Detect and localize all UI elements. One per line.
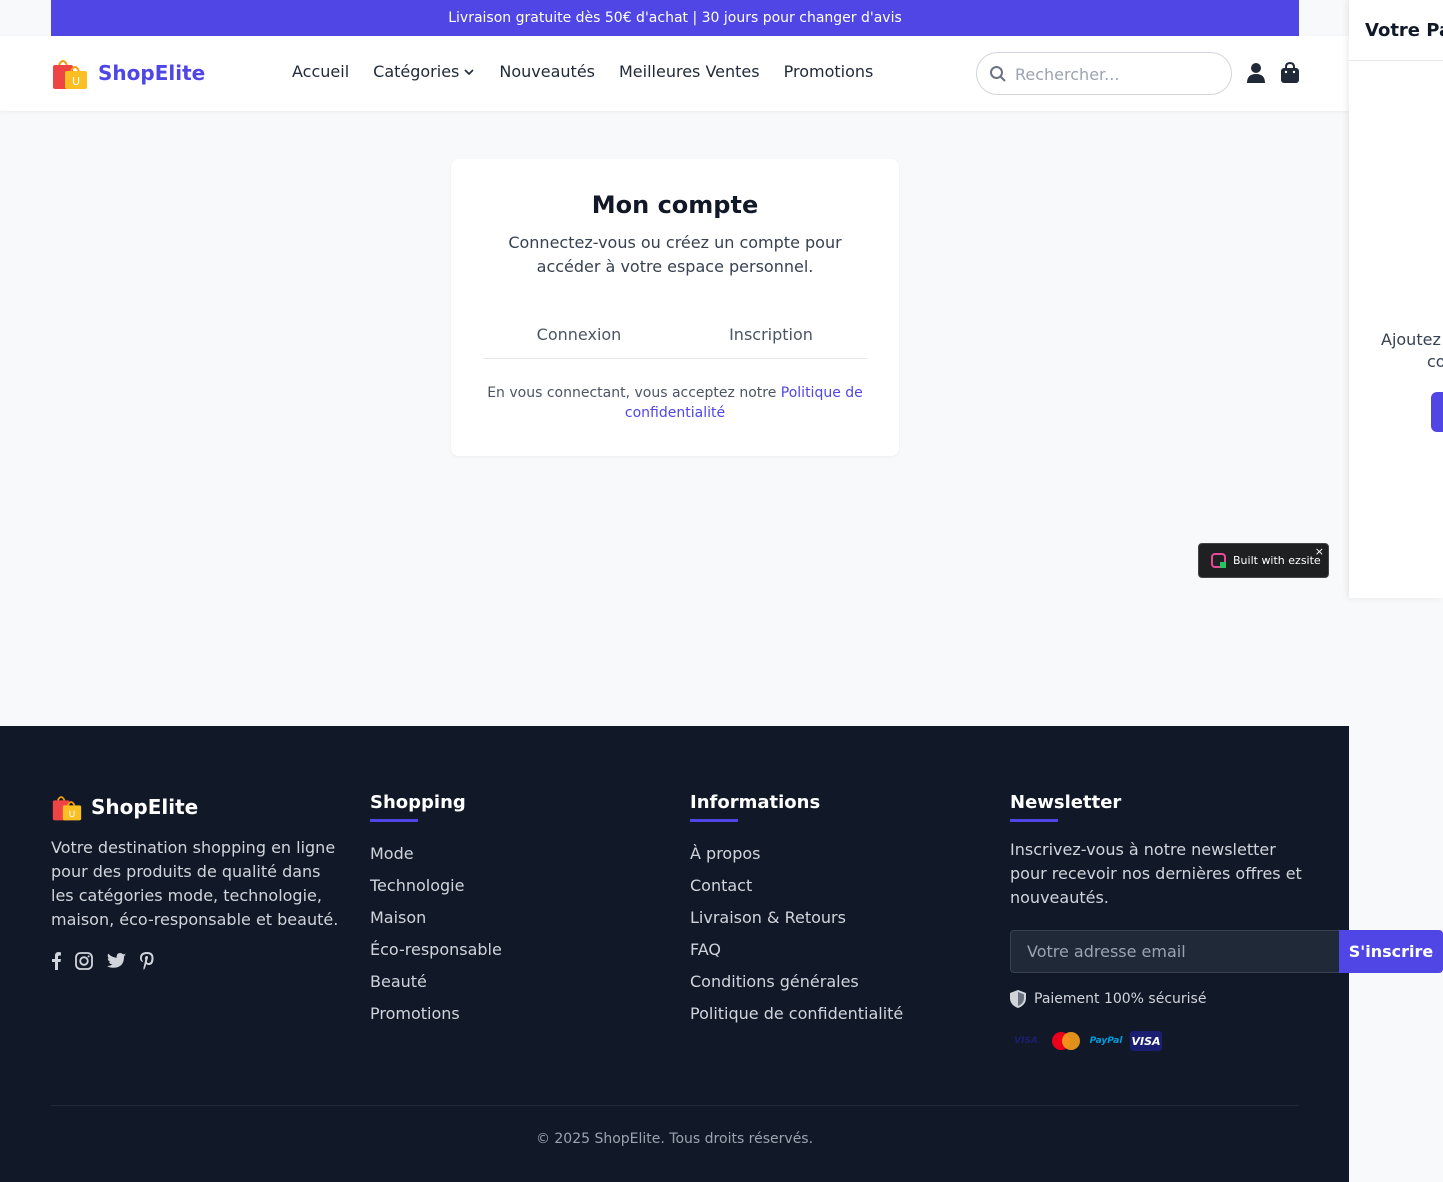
promo-text: Livraison gratuite dès 50€ d'achat | 30 … bbox=[448, 10, 902, 26]
promo-banner: Livraison gratuite dès 50€ d'achat | 30 … bbox=[51, 0, 1299, 36]
footer-description: Votre destination shopping en ligne pour… bbox=[51, 838, 339, 929]
visa-card-icon: VISA bbox=[1130, 1031, 1162, 1051]
footer-divider bbox=[51, 1105, 1299, 1106]
user-icon[interactable] bbox=[1246, 62, 1266, 84]
newsletter-placeholder: Votre adresse email bbox=[1027, 942, 1186, 961]
search-input[interactable] bbox=[1015, 62, 1215, 86]
footer-logo[interactable]: U ShopElite bbox=[51, 792, 341, 822]
site-header: U ShopElite Accueil Catégories Nouveauté… bbox=[0, 36, 1349, 111]
page: Livraison gratuite dès 50€ d'achat | 30 … bbox=[0, 0, 1349, 1182]
footer-link-faq[interactable]: FAQ bbox=[690, 934, 903, 966]
footer-informations: Informations À propos Contact Livraison … bbox=[690, 792, 903, 1030]
footer-link-mode[interactable]: Mode bbox=[370, 838, 502, 870]
shopping-bag-icon: U bbox=[52, 796, 82, 821]
svg-text:U: U bbox=[72, 75, 80, 88]
copyright: © 2025 ShopElite. Tous droits réservés. bbox=[535, 1131, 814, 1147]
newsletter-email-input[interactable]: Votre adresse email bbox=[1010, 930, 1340, 973]
social-links bbox=[51, 952, 341, 970]
nav-item-nouveautes[interactable]: Nouveautés bbox=[499, 62, 595, 81]
cart-icon[interactable] bbox=[1280, 62, 1300, 84]
footer-link-maison[interactable]: Maison bbox=[370, 902, 502, 934]
drawer-divider bbox=[1349, 60, 1443, 61]
footer-link-contact[interactable]: Contact bbox=[690, 870, 903, 902]
footer-link-beaute[interactable]: Beauté bbox=[370, 966, 502, 998]
drawer-empty-text-2: co bbox=[1427, 352, 1443, 371]
footer-brand: U ShopElite Votre destination shopping e… bbox=[51, 792, 341, 970]
chevron-down-icon bbox=[464, 68, 474, 75]
footer-shopping: Shopping Mode Technologie Maison Éco-res… bbox=[370, 792, 502, 1030]
cart-drawer: Votre Pa Ajoutez co bbox=[1349, 0, 1443, 598]
newsletter-text: Inscrivez-vous à notre newsletter pour r… bbox=[1010, 840, 1302, 907]
secure-text: Paiement 100% sécurisé bbox=[1034, 991, 1207, 1007]
nav-item-categories[interactable]: Catégories bbox=[373, 62, 475, 81]
brand-logo[interactable]: U ShopElite bbox=[51, 55, 205, 91]
footer-link-conditions[interactable]: Conditions générales bbox=[690, 966, 903, 998]
nav-item-promotions[interactable]: Promotions bbox=[784, 62, 874, 81]
payment-methods: VISA PayPal VISA bbox=[1010, 1031, 1162, 1051]
shield-icon bbox=[1010, 990, 1026, 1008]
terms-notice: En vous connectant, vous acceptez notre … bbox=[483, 383, 867, 423]
page-title: Mon compte bbox=[591, 191, 759, 219]
tab-connexion[interactable]: Connexion bbox=[483, 319, 675, 358]
footer-link-eco-responsable[interactable]: Éco-responsable bbox=[370, 934, 502, 966]
pinterest-icon[interactable] bbox=[140, 952, 154, 970]
footer-brand-name: ShopElite bbox=[91, 795, 199, 819]
drawer-empty-text: Ajoutez bbox=[1381, 330, 1441, 349]
footer-link-promotions[interactable]: Promotions bbox=[370, 998, 502, 1030]
nav-item-meilleures-ventes[interactable]: Meilleures Ventes bbox=[619, 62, 760, 81]
secure-payment: Paiement 100% sécurisé bbox=[1010, 990, 1206, 1008]
footer-heading: Shopping bbox=[370, 792, 466, 813]
footer-newsletter: Newsletter Inscrivez-vous à notre newsle… bbox=[1010, 792, 1310, 910]
visa-icon: VISA bbox=[1014, 1036, 1038, 1046]
brand-name: ShopElite bbox=[98, 61, 206, 85]
footer-link-privacy[interactable]: Politique de confidentialité bbox=[690, 998, 903, 1030]
tab-inscription[interactable]: Inscription bbox=[675, 319, 867, 358]
terms-text: En vous connectant, vous acceptez notre bbox=[487, 385, 777, 401]
badge-text: Built with ezsite bbox=[1233, 554, 1321, 567]
nav-item-label: Catégories bbox=[373, 62, 460, 81]
footer-link-technologie[interactable]: Technologie bbox=[370, 870, 502, 902]
ezsite-logo-icon bbox=[1211, 552, 1226, 568]
search-box bbox=[976, 52, 1232, 95]
account-subtitle: Connectez-vous ou créez un compte pour a… bbox=[508, 233, 842, 276]
heading-underline bbox=[690, 819, 738, 822]
auth-tabs: Connexion Inscription bbox=[483, 319, 867, 359]
ezsite-badge[interactable]: Built with ezsite × bbox=[1198, 543, 1329, 578]
svg-text:U: U bbox=[69, 809, 76, 820]
footer-link-a-propos[interactable]: À propos bbox=[690, 838, 903, 870]
footer-heading: Informations bbox=[690, 792, 821, 813]
mastercard-icon bbox=[1050, 1031, 1082, 1051]
paypal-icon: PayPal bbox=[1089, 1036, 1123, 1046]
footer-heading: Newsletter bbox=[1010, 792, 1122, 813]
account-card: Mon compte Connectez-vous ou créez un co… bbox=[451, 159, 899, 456]
search-icon bbox=[990, 66, 1006, 82]
shopping-bag-icon: U bbox=[51, 55, 89, 91]
drawer-title: Votre Pa bbox=[1365, 20, 1443, 41]
twitter-icon[interactable] bbox=[107, 953, 126, 969]
footer-link-livraison[interactable]: Livraison & Retours bbox=[690, 902, 903, 934]
footer-link-list: Mode Technologie Maison Éco-responsable … bbox=[370, 838, 502, 1030]
drawer-cta-button[interactable] bbox=[1431, 392, 1443, 432]
instagram-icon[interactable] bbox=[75, 952, 93, 970]
close-icon[interactable]: × bbox=[1315, 545, 1324, 558]
main-nav: Accueil Catégories Nouveautés Meilleures… bbox=[292, 62, 873, 81]
heading-underline bbox=[370, 819, 418, 822]
footer-link-list: À propos Contact Livraison & Retours FAQ… bbox=[690, 838, 903, 1030]
heading-underline bbox=[1010, 819, 1058, 822]
facebook-icon[interactable] bbox=[51, 952, 61, 970]
nav-item-accueil[interactable]: Accueil bbox=[292, 62, 349, 81]
subscribe-button[interactable]: S'inscrire bbox=[1339, 930, 1443, 973]
